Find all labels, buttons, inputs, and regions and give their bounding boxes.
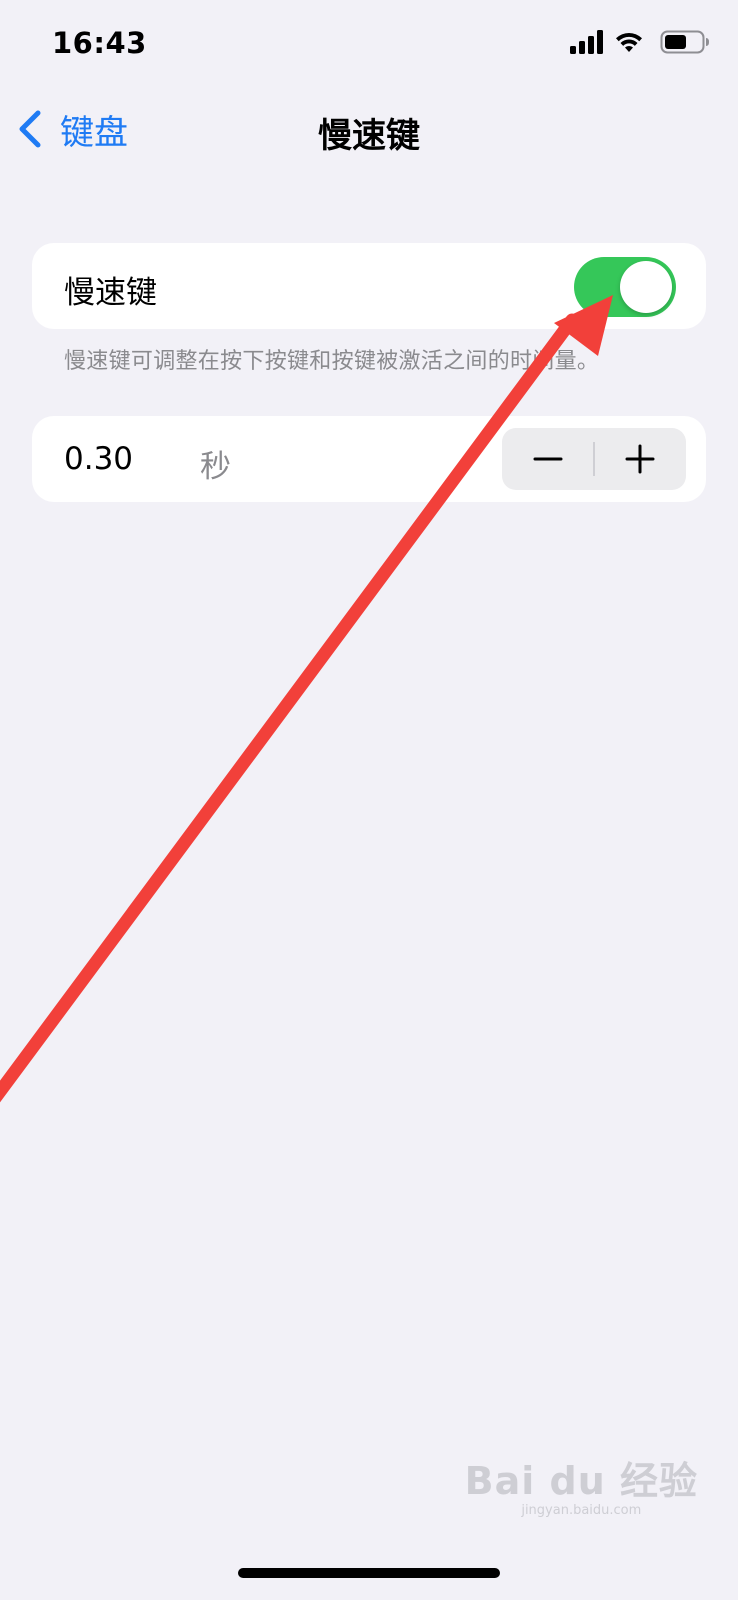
watermark-url: jingyan.baidu.com: [521, 1503, 642, 1518]
delay-value: 0.30: [64, 441, 134, 477]
page-title: 慢速键: [318, 116, 420, 156]
decrement-button[interactable]: [502, 428, 594, 490]
annotation-arrow: [0, 295, 613, 1103]
delay-row: 0.30 秒: [32, 416, 706, 502]
cellular-signal-icon: [570, 30, 603, 54]
delay-unit: 秒: [200, 449, 231, 485]
watermark-logo: Bai du 经验: [464, 1459, 698, 1503]
slow-keys-label: 慢速键: [64, 275, 157, 311]
slow-keys-toggle[interactable]: [574, 257, 676, 317]
navigation-bar: 键盘 慢速键: [0, 90, 738, 170]
status-time: 16:43: [52, 26, 147, 60]
slow-keys-row: 慢速键: [32, 243, 706, 329]
delay-stepper: [502, 428, 686, 490]
status-bar: 16:43: [0, 0, 738, 90]
increment-button[interactable]: [594, 428, 686, 490]
slow-keys-footnote: 慢速键可调整在按下按键和按键被激活之间的时间量。: [64, 349, 600, 374]
minus-icon: [533, 457, 563, 461]
wifi-icon: [616, 32, 642, 52]
battery-icon: [660, 30, 709, 54]
toggle-knob: [620, 261, 672, 313]
plus-icon: [625, 444, 655, 474]
home-indicator[interactable]: [238, 1568, 500, 1578]
watermark: Bai du 经验 jingyan.baidu.com: [465, 1450, 698, 1518]
